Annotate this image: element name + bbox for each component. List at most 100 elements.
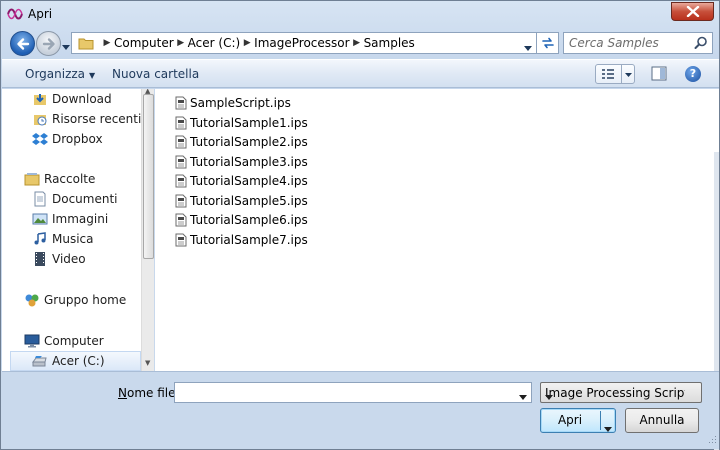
file-item[interactable]: TutorialSample6.ips	[175, 210, 308, 229]
nav-item-label: Raccolte	[44, 172, 96, 186]
nav-item-dropbox[interactable]: Dropbox	[32, 129, 103, 149]
file-name: TutorialSample2.ips	[190, 134, 308, 149]
file-name: TutorialSample5.ips	[190, 193, 308, 208]
nav-item-label: Musica	[52, 232, 94, 246]
file-name: SampleScript.ips	[190, 95, 291, 110]
libraries-icon	[24, 171, 40, 187]
open-dialog: Apri ▶ Computer ▶ Acer (C:) ▶ ImageProce…	[0, 0, 720, 450]
window-title: Apri	[28, 7, 53, 21]
nav-item-libraries[interactable]: Raccolte	[24, 169, 95, 189]
chevron-down-icon	[625, 73, 632, 77]
nav-item-download[interactable]: Download	[32, 89, 112, 109]
chevron-down-icon	[524, 46, 532, 51]
help-icon[interactable]: ?	[685, 66, 701, 82]
open-button[interactable]: Apri	[540, 408, 616, 433]
video-icon	[32, 251, 48, 267]
nav-item-label: Video	[52, 252, 86, 266]
scrollbar-thumb[interactable]	[143, 94, 154, 259]
documents-icon	[32, 191, 48, 207]
download-folder-icon	[32, 91, 48, 107]
nav-item-label: Dropbox	[52, 132, 103, 146]
nav-item-homegroup[interactable]: Gruppo home	[24, 290, 126, 310]
filename-dropdown[interactable]	[519, 389, 527, 403]
script-file-icon	[175, 233, 187, 246]
chevron-down-icon	[519, 395, 527, 400]
file-type-dropdown[interactable]	[545, 389, 685, 402]
cancel-button[interactable]: Annulla	[625, 408, 699, 433]
file-item[interactable]: TutorialSample7.ips	[175, 230, 308, 249]
pictures-icon	[32, 211, 48, 227]
search-input[interactable]	[569, 33, 691, 53]
file-item[interactable]: TutorialSample2.ips	[175, 132, 308, 151]
nav-item-pictures[interactable]: Immagini	[32, 209, 108, 229]
command-bar: Organizza ▼ Nuova cartella ?	[2, 59, 719, 88]
organize-button[interactable]: Organizza ▼	[25, 67, 95, 81]
organize-label: Organizza	[25, 67, 86, 81]
back-button[interactable]	[10, 31, 35, 56]
chevron-down-icon	[545, 395, 553, 400]
filename-label-text: ome file:	[126, 386, 180, 400]
breadcrumb-item-computer[interactable]: Computer	[114, 36, 174, 50]
nav-scrollbar[interactable]: ▲ ▼	[141, 89, 154, 371]
filename-label: Nome file:	[118, 386, 180, 400]
title-bar: Apri	[1, 1, 719, 29]
dropbox-icon	[32, 131, 48, 147]
nav-item-computer[interactable]: Computer	[24, 331, 104, 351]
script-file-icon	[175, 213, 187, 226]
breadcrumb-item-samples[interactable]: Samples	[364, 36, 415, 50]
arrow-left-icon	[17, 38, 30, 50]
app-logo-icon	[7, 7, 23, 21]
script-file-icon	[175, 135, 187, 148]
breadcrumb-separator[interactable]: ▶	[350, 38, 364, 48]
nav-item-documents[interactable]: Documenti	[32, 189, 118, 209]
change-view-button[interactable]	[595, 64, 635, 84]
recent-pages-dropdown[interactable]	[62, 39, 70, 53]
breadcrumb-item-drive[interactable]: Acer (C:)	[188, 36, 241, 50]
file-list: SampleScript.ips TutorialSample1.ips Tut…	[155, 89, 719, 450]
close-button[interactable]	[671, 2, 714, 21]
file-item[interactable]: SampleScript.ips	[175, 93, 291, 112]
refresh-icon	[541, 37, 554, 49]
breadcrumb[interactable]: ▶ Computer ▶ Acer (C:) ▶ ImageProcessor …	[71, 32, 537, 54]
resize-grip-icon[interactable]	[707, 433, 717, 447]
homegroup-icon	[24, 292, 40, 308]
breadcrumb-separator[interactable]: ▶	[174, 38, 188, 48]
filename-label-accesskey: N	[118, 386, 127, 400]
script-file-icon	[175, 155, 187, 168]
filename-field[interactable]	[178, 383, 508, 402]
file-item[interactable]: TutorialSample3.ips	[175, 152, 308, 171]
nav-item-music[interactable]: Musica	[32, 229, 94, 249]
nav-item-recent[interactable]: Risorse recenti	[32, 109, 141, 129]
address-history-dropdown[interactable]	[524, 40, 532, 54]
open-button-label: Apri	[557, 413, 583, 427]
nav-item-label: Risorse recenti	[52, 112, 142, 126]
music-icon	[32, 231, 48, 247]
file-item[interactable]: TutorialSample5.ips	[175, 191, 308, 210]
forward-button[interactable]	[36, 31, 61, 56]
nav-item-drive-c[interactable]: Acer (C:)	[10, 351, 141, 371]
chevron-down-icon	[604, 427, 612, 432]
breadcrumb-separator[interactable]: ▶	[240, 38, 254, 48]
nav-item-label: Immagini	[52, 212, 109, 226]
filename-combobox[interactable]	[174, 382, 532, 403]
scroll-down-icon[interactable]: ▼	[145, 359, 150, 367]
preview-pane-button[interactable]	[651, 66, 667, 84]
script-file-icon	[175, 96, 187, 109]
search-icon[interactable]	[694, 36, 708, 53]
script-file-icon	[175, 174, 187, 187]
breadcrumb-item-imageprocessor[interactable]: ImageProcessor	[254, 36, 349, 50]
chevron-down-icon	[62, 45, 70, 50]
file-item[interactable]: TutorialSample4.ips	[175, 171, 308, 190]
search-box[interactable]	[563, 32, 713, 54]
nav-item-label: Acer (C:)	[52, 354, 105, 368]
new-folder-button[interactable]: Nuova cartella	[112, 67, 199, 81]
file-name: TutorialSample3.ips	[190, 154, 308, 169]
refresh-button[interactable]	[537, 32, 559, 54]
open-options-dropdown[interactable]	[604, 417, 612, 440]
file-type-select[interactable]: Image Processing Script (*.ips)	[540, 382, 702, 403]
close-icon	[686, 6, 700, 17]
file-item[interactable]: TutorialSample1.ips	[175, 113, 308, 132]
breadcrumb-separator[interactable]: ▶	[100, 38, 114, 48]
file-name: TutorialSample7.ips	[190, 232, 308, 247]
nav-item-video[interactable]: Video	[32, 249, 86, 269]
